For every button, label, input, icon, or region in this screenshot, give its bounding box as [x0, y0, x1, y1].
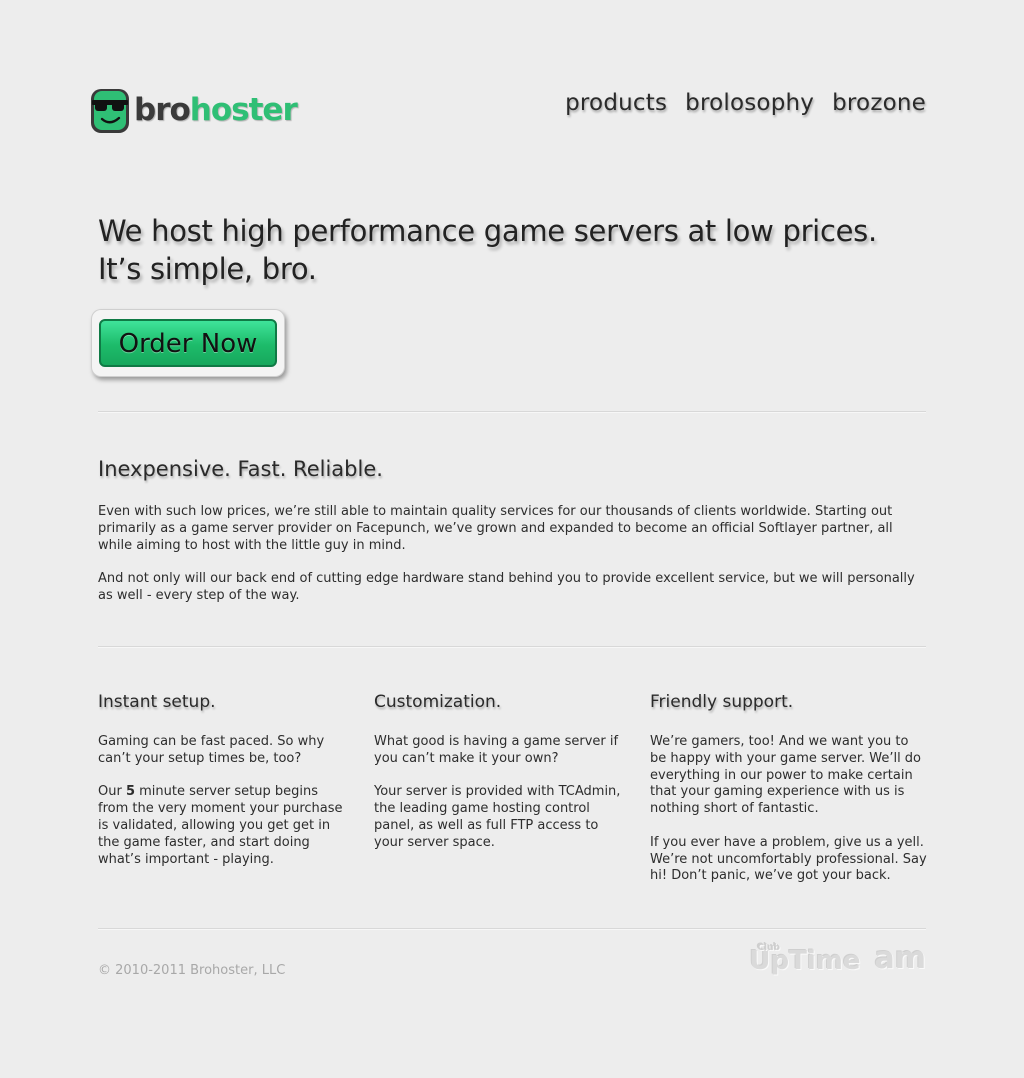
sunglasses-smiley-icon: [90, 88, 130, 133]
about-paragraph-2: And not only will our back end of cuttin…: [98, 571, 915, 603]
divider: [98, 411, 926, 412]
about-paragraph-1: Even with such low prices, we’re still a…: [98, 504, 893, 553]
brohoster-logo[interactable]: brohoster: [90, 86, 298, 134]
setup-minutes-value: 5: [125, 784, 135, 800]
feature-paragraph: Your server is provided with TCAdmin, th…: [374, 784, 621, 850]
feature-title: Friendly support.: [650, 692, 794, 712]
section-heading: Inexpensive. Fast. Reliable.: [98, 457, 383, 481]
hero-line-1: We host high performance game servers at…: [98, 214, 877, 248]
nav-link-brozone[interactable]: brozone: [832, 90, 926, 116]
main-nav: products brolosophy brozone: [565, 90, 926, 116]
feature-text: Our: [98, 784, 126, 800]
feature-paragraph: Gaming can be fast paced. So why can’t y…: [98, 734, 325, 766]
nav-link-products[interactable]: products: [565, 90, 667, 116]
feature-title: Instant setup.: [98, 692, 216, 712]
feature-column-friendly-support: Friendly support. We’re gamers, too! And…: [650, 692, 928, 885]
feature-text: minute server setup begins from the very…: [98, 784, 343, 867]
feature-paragraph: If you ever have a problem, give us a ye…: [650, 834, 927, 884]
feature-paragraph: Our 5 minute server setup begins from th…: [98, 784, 350, 868]
feature-column-customization: Customization. What good is having a gam…: [374, 692, 626, 852]
hero-headline: We host high performance game servers at…: [98, 212, 926, 288]
uptime-club-logo[interactable]: Club UpTime: [749, 944, 860, 975]
order-button-frame: Order Now: [91, 309, 285, 377]
hero-line-2: It’s simple, bro.: [98, 252, 317, 286]
partner-logos: Club UpTime am: [749, 944, 926, 975]
am-logo[interactable]: am: [874, 944, 926, 974]
divider: [98, 646, 926, 647]
logo-text-hoster: hoster: [189, 91, 298, 128]
feature-column-instant-setup: Instant setup. Gaming can be fast paced.…: [98, 692, 350, 868]
nav-link-brolosophy[interactable]: brolosophy: [685, 90, 814, 116]
divider: [98, 928, 926, 929]
copyright-text: © 2010-2011 Brohoster, LLC: [98, 963, 286, 978]
logo-text-bro: bro: [134, 91, 191, 128]
order-now-button[interactable]: Order Now: [99, 319, 277, 367]
feature-paragraph: We’re gamers, too! And we want you to be…: [650, 734, 922, 817]
feature-title: Customization.: [374, 692, 502, 712]
uptime-club-label: Club: [757, 943, 780, 953]
feature-paragraph: What good is having a game server if you…: [374, 734, 619, 766]
logo-wordmark: brohoster: [134, 91, 298, 128]
